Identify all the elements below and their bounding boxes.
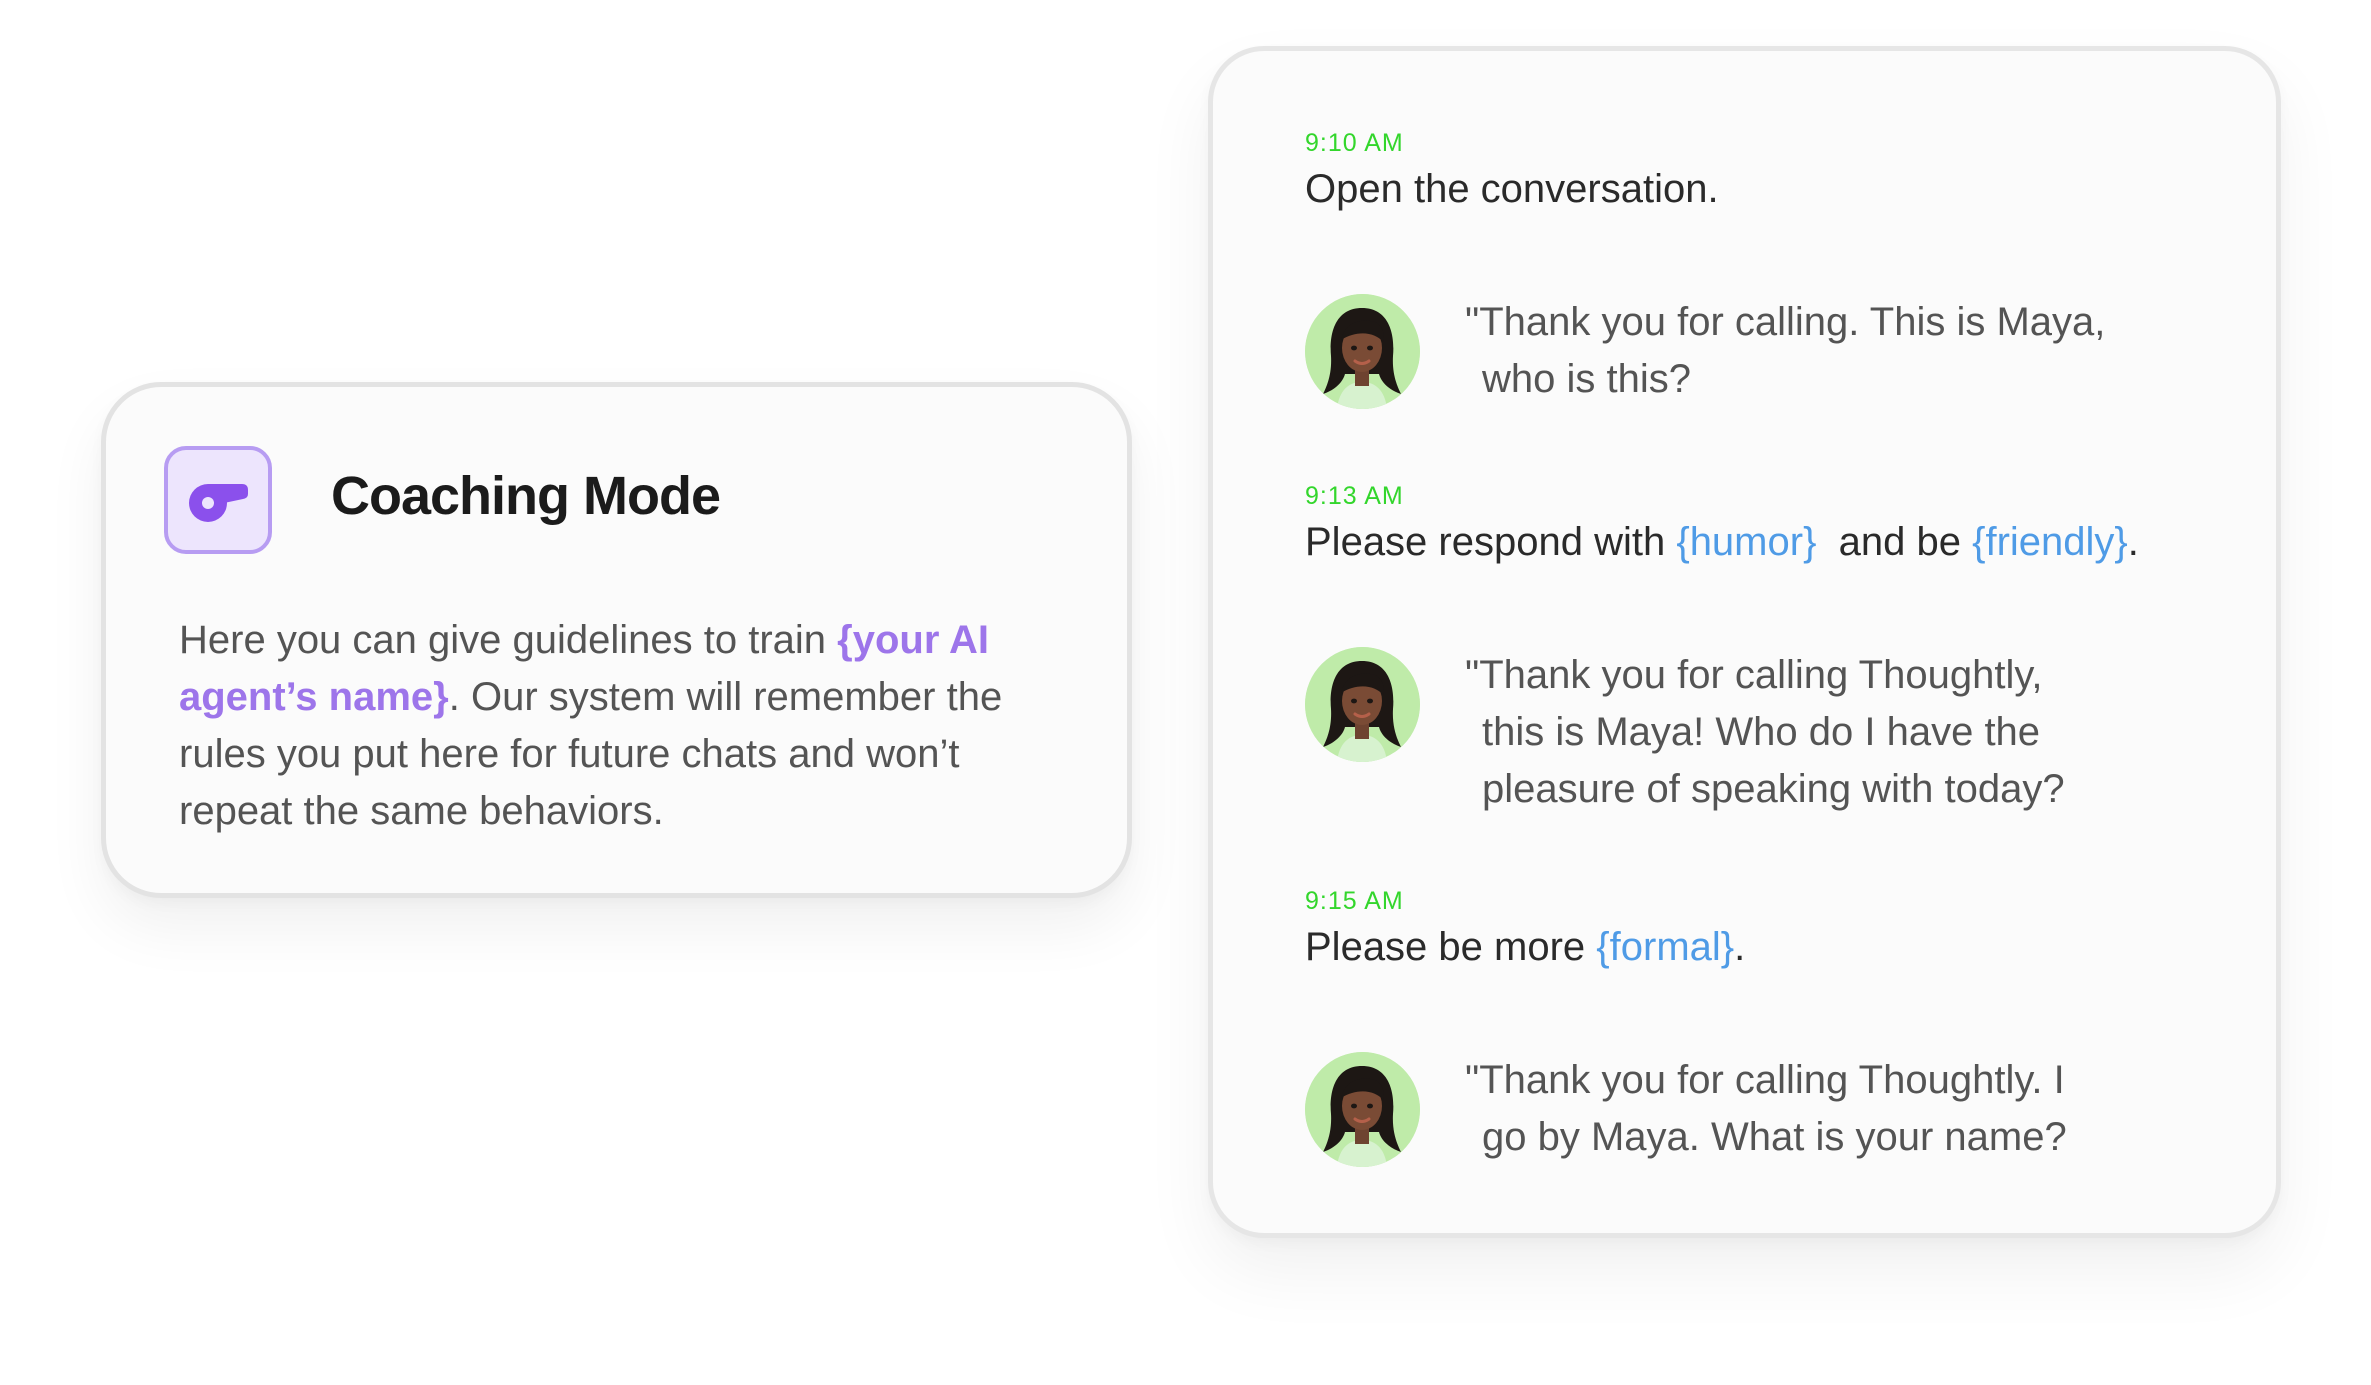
timestamp: 9:10 AM (1305, 129, 1404, 157)
agent-reply-text: "Thank you for calling Thoughtly. I go b… (1465, 1052, 2245, 1166)
variable-token: {formal} (1596, 925, 1735, 969)
instruction-message: Please be more {formal}. (1305, 925, 1745, 970)
agent-avatar-icon (1305, 294, 1420, 409)
reply-line: "Thank you for calling Thoughtly, (1465, 653, 2043, 697)
avatar-illustration (1305, 1052, 1420, 1167)
instruction-text: and be (1816, 520, 1973, 564)
page: Coaching Mode Here you can give guidelin… (0, 0, 2371, 1385)
reply-line: who is this? (1482, 357, 1691, 401)
whistle-icon (164, 446, 272, 554)
reply-line: "Thank you for calling. This is Maya, (1465, 300, 2106, 344)
agent-reply-text: "Thank you for calling Thoughtly, this i… (1465, 647, 2245, 818)
instruction-message: Please respond with {humor} and be {frie… (1305, 520, 2139, 565)
variable-token: {friendly} (1972, 520, 2128, 564)
reply-line: go by Maya. What is your name? (1482, 1115, 2067, 1159)
instruction-text: Open the conversation. (1305, 167, 1719, 211)
whistle-glyph (189, 484, 248, 522)
conversation-card: 9:10 AM Open the conversation. "Thank yo… (1208, 46, 2281, 1238)
timestamp: 9:15 AM (1305, 887, 1404, 915)
reply-line: this is Maya! Who do I have the (1482, 710, 2041, 754)
avatar-illustration (1305, 294, 1420, 409)
coaching-mode-description: Here you can give guidelines to train {y… (179, 612, 1079, 840)
variable-token: {humor} (1676, 520, 1817, 564)
avatar-illustration (1305, 647, 1420, 762)
instruction-text: . (1734, 925, 1746, 969)
description-text: Here you can give guidelines to train (179, 618, 838, 662)
agent-reply-text: "Thank you for calling. This is Maya, wh… (1465, 294, 2245, 408)
agent-avatar-icon (1305, 1052, 1420, 1167)
coaching-mode-title: Coaching Mode (331, 466, 721, 526)
reply-line: pleasure of speaking with today? (1482, 767, 2065, 811)
agent-avatar-icon (1305, 647, 1420, 762)
timestamp: 9:13 AM (1305, 482, 1404, 510)
instruction-message: Open the conversation. (1305, 167, 1719, 212)
instruction-text: . (2127, 520, 2139, 564)
reply-line: "Thank you for calling Thoughtly. I (1465, 1058, 2065, 1102)
instruction-text: Please be more (1305, 925, 1597, 969)
instruction-text: Please respond with (1305, 520, 1677, 564)
coaching-mode-card: Coaching Mode Here you can give guidelin… (101, 382, 1132, 898)
